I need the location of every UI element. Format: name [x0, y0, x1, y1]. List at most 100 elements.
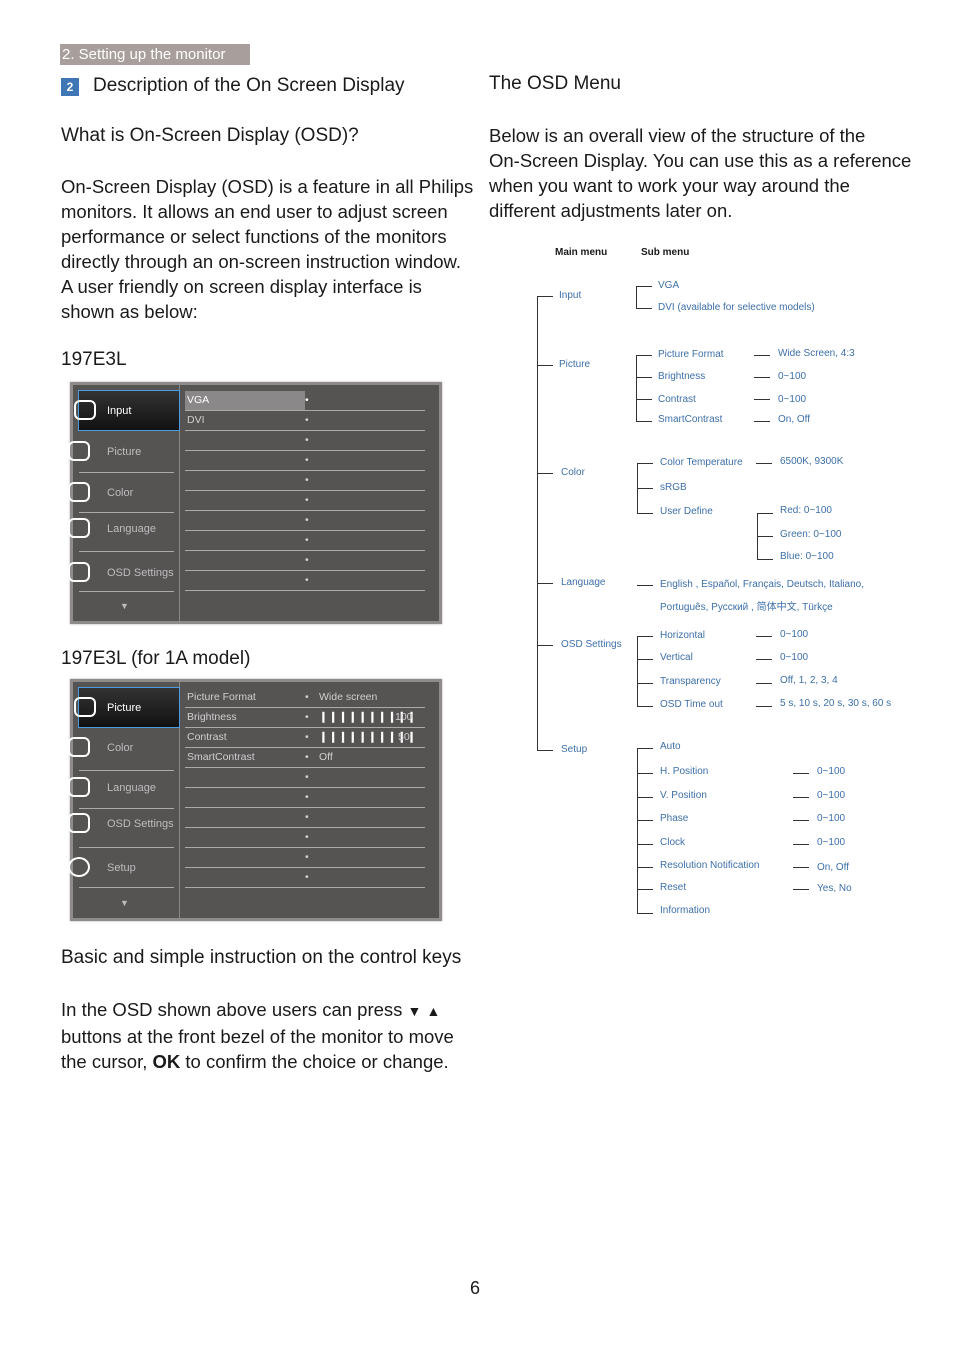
- osd-menu-intro: Below is an overall view of the structur…: [489, 125, 912, 221]
- tree-sub-item: Clock: [660, 837, 686, 848]
- tree-main-input: Input: [559, 290, 582, 301]
- tree-sub-item: VGA: [658, 280, 680, 291]
- section-number-badge: 2: [61, 78, 79, 96]
- tree-sub-item: Auto: [660, 741, 681, 752]
- tree-sub-item: Vertical: [660, 652, 693, 663]
- language-icon: [68, 518, 90, 538]
- input-icon: [74, 400, 96, 420]
- tree-sub-item: Information: [660, 905, 711, 916]
- osd-row-empty: •: [185, 471, 425, 491]
- osd-menu-item-setup: Setup: [68, 848, 179, 888]
- osd-menu-item-color: Color: [68, 728, 179, 768]
- osd-main-menu: Picture Color Language OSD Settings Setu…: [68, 682, 180, 918]
- tree-value: 0~100: [778, 371, 807, 382]
- model1-label: 197E3L: [61, 349, 127, 370]
- main-menu-header: Main menu: [555, 247, 608, 258]
- osd-row-empty: •: [185, 848, 425, 868]
- tree-sub-item: Transparency: [660, 676, 721, 687]
- tree-value: 6500K, 9300K: [780, 456, 844, 467]
- down-arrow-icon: ▼: [407, 1003, 422, 1019]
- text-line: A user friendly on screen display interf…: [61, 276, 422, 297]
- osd-row-empty: •: [185, 511, 425, 531]
- osd-menu-item-picture: Picture: [74, 687, 180, 728]
- osd-row-empty: •: [185, 788, 425, 808]
- text-line: monitors. It allows an end user to adjus…: [61, 201, 448, 222]
- color-icon: [68, 482, 90, 502]
- tree-sub-item: sRGB: [660, 482, 687, 493]
- tree-value: 0~100: [780, 652, 809, 663]
- text-line: shown as below:: [61, 301, 198, 322]
- tree-value: 0~100: [817, 837, 846, 848]
- tree-sub-item: Horizontal: [660, 630, 706, 641]
- tree-main-color: Color: [561, 467, 585, 478]
- section-title: Description of the On Screen Display: [93, 75, 405, 96]
- osd-menu-item-language: Language: [68, 768, 179, 808]
- tree-sub-item: Brightness: [658, 371, 706, 382]
- osd-menu-item-osd-settings: OSD Settings: [68, 804, 179, 844]
- osd-row-smartcontrast: SmartContrast • Off: [185, 748, 425, 768]
- intro-paragraph: On-Screen Display (OSD) is a feature in …: [61, 174, 473, 324]
- tree-sub-item: Reset: [660, 882, 687, 893]
- control-keys-paragraph: In the OSD shown above users can press ▼…: [61, 999, 454, 1072]
- tree-sub-item: V. Position: [660, 790, 707, 801]
- osd-row-empty: •: [185, 828, 425, 848]
- tree-value: 0~100: [817, 813, 846, 824]
- tree-value: Yes, No: [817, 883, 852, 894]
- osd-row-brightness: Brightness • ❙❙❙❙❙❙❙❙❙❙ 100: [185, 708, 425, 728]
- section-tag: 2. Setting up the monitor: [60, 44, 250, 65]
- tree-sub-item: H. Position: [660, 766, 709, 777]
- tree-value: 0~100: [778, 394, 807, 405]
- tree-value: 0~100: [817, 790, 846, 801]
- osd-main-menu: Input Picture Color Language OSD Setting…: [68, 385, 180, 621]
- tree-value: 5 s, 10 s, 20 s, 30 s, 60 s: [780, 698, 892, 709]
- scroll-down-icon: ▼: [120, 601, 129, 611]
- control-keys-heading: Basic and simple instruction on the cont…: [61, 947, 462, 968]
- text-line: On-Screen Display (OSD) is a feature in …: [61, 176, 474, 197]
- tree-value: On, Off: [817, 862, 850, 873]
- osd-menu-item-language: Language: [68, 509, 179, 549]
- osd-row-empty: •: [185, 868, 425, 888]
- osd-row-empty: •: [185, 491, 425, 511]
- tree-value: Green: 0~100: [780, 529, 842, 540]
- osd-row-empty: •: [185, 571, 425, 591]
- tree-sub-item: Resolution Notification: [660, 860, 760, 871]
- page-number: 6: [470, 1278, 481, 1298]
- color-icon: [68, 737, 90, 757]
- gear-icon: [68, 857, 90, 877]
- tree-sub-item: User Define: [660, 506, 713, 517]
- tree-main-language: Language: [561, 577, 606, 588]
- osd-settings-icon: [68, 813, 90, 833]
- up-arrow-icon: ▲: [426, 1003, 441, 1019]
- osd-row-empty: •: [185, 808, 425, 828]
- language-icon: [68, 777, 90, 797]
- osd-menu-item-input: Input: [74, 390, 180, 431]
- text-line: performance or select functions of the m…: [61, 226, 447, 247]
- text-line: directly through an on-screen instructio…: [61, 251, 462, 272]
- tree-sub-item: Contrast: [658, 394, 696, 405]
- osd-row-empty: •: [185, 431, 425, 451]
- osd-row-empty: •: [185, 451, 425, 471]
- osd-row-picture-format: Picture Format • Wide screen: [185, 688, 425, 708]
- osd-row-empty: •: [185, 551, 425, 571]
- osd-row-empty: •: [185, 768, 425, 788]
- tree-value: Red: 0~100: [780, 505, 832, 516]
- tree-sub-item: Picture Format: [658, 349, 724, 360]
- tree-value: 0~100: [817, 766, 846, 777]
- model2-label: 197E3L (for 1A model): [61, 648, 251, 669]
- osd-screenshot-picture: Picture Color Language OSD Settings Setu…: [68, 679, 442, 921]
- tree-sub-item: Phase: [660, 813, 689, 824]
- tree-value: On, Off: [778, 414, 811, 425]
- osd-settings-icon: [68, 562, 90, 582]
- osd-row-contrast: Contrast • ❙❙❙❙❙❙❙❙❙❙ 50: [185, 728, 425, 748]
- osd-menu-item-osd-settings: OSD Settings: [68, 553, 179, 593]
- tree-sub-item: OSD Time out: [660, 699, 723, 710]
- tree-main-picture: Picture: [559, 359, 591, 370]
- ok-key-label: OK: [152, 1051, 181, 1072]
- tree-sub-item: DVI (available for selective models): [658, 302, 815, 313]
- osd-menu-item-picture: Picture: [68, 432, 179, 472]
- scroll-down-icon: ▼: [120, 898, 129, 908]
- tree-value: Blue: 0~100: [780, 551, 834, 562]
- tree-sub-item: Color Temperature: [660, 457, 743, 468]
- picture-icon: [68, 441, 90, 461]
- osd-screenshot-input: Input Picture Color Language OSD Setting…: [68, 382, 442, 624]
